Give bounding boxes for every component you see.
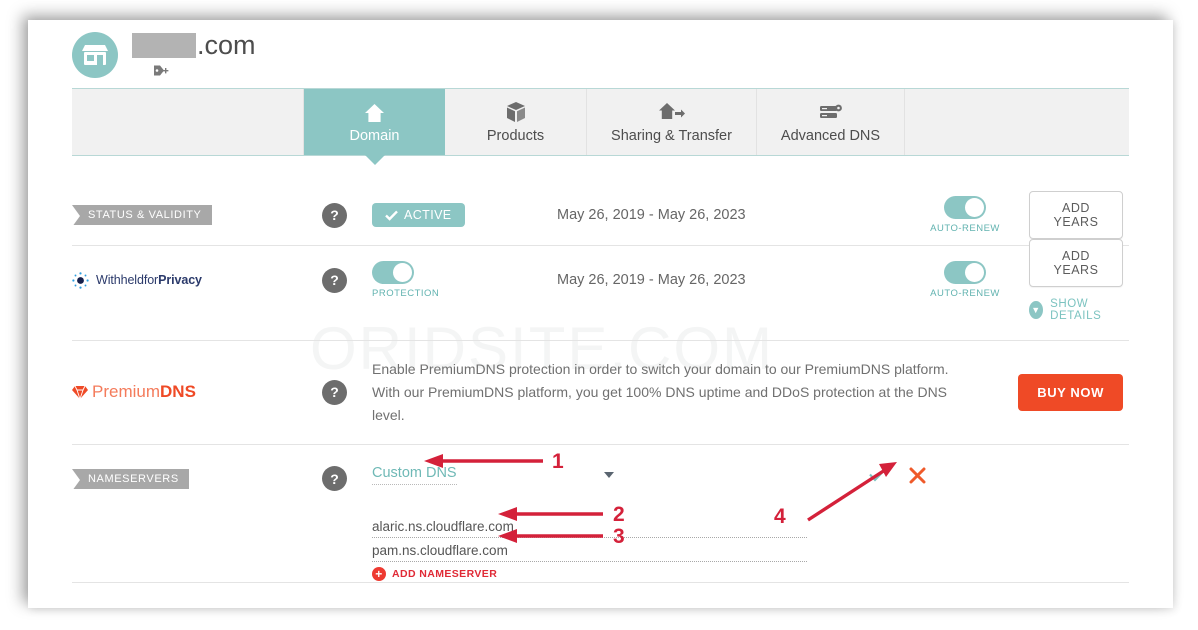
- status-help-icon[interactable]: ?: [322, 202, 347, 228]
- check-icon: [385, 210, 398, 221]
- privacy-auto-renew-toggle-wrap: AUTO-RENEW: [901, 261, 1029, 299]
- row-withheld-for-privacy: WithheldforPrivacy ? PROTECTION May 26, …: [72, 238, 1129, 322]
- row-status-validity: STATUS & VALIDITY ? ACTIVE May 26, 2019 …: [72, 186, 1129, 244]
- annotation-number-3: 3: [613, 525, 625, 548]
- premiumdns-copy-line-1: Enable PremiumDNS protection in order to…: [372, 360, 949, 377]
- home-arrow-icon: [658, 101, 685, 123]
- row-premium-dns: PremiumDNS ? Enable PremiumDNS protectio…: [72, 350, 1129, 434]
- privacy-help-icon[interactable]: ?: [322, 267, 347, 293]
- tab-sharing-transfer-label: Sharing & Transfer: [611, 127, 732, 144]
- cancel-x-button[interactable]: [909, 466, 926, 490]
- tab-domain-label: Domain: [349, 127, 400, 144]
- premiumdns-copy-line-2: With our PremiumDNS platform, you get 10…: [372, 383, 948, 423]
- tab-spacer-left: [72, 89, 304, 155]
- divider-4: [72, 582, 1129, 583]
- privacy-auto-renew-toggle[interactable]: [944, 261, 986, 284]
- status-ribbon-label: STATUS & VALIDITY: [72, 205, 212, 227]
- divider-2: [72, 340, 1129, 341]
- tab-bar: Domain Products Sharing & Transfer Advan…: [72, 88, 1129, 156]
- plus-circle-icon: +: [372, 567, 386, 581]
- premiumdns-copy: Enable PremiumDNS protection in order to…: [372, 358, 979, 427]
- home-icon: [364, 101, 385, 123]
- server-gear-icon: [819, 101, 843, 123]
- add-nameserver-label: ADD NAMESERVER: [392, 568, 498, 580]
- protection-toggle[interactable]: [372, 261, 414, 284]
- withheldforprivacy-label: WithheldforPrivacy: [96, 273, 202, 287]
- status-date-range: May 26, 2019 - May 26, 2023: [557, 207, 746, 223]
- dns-type-dropdown[interactable]: Custom DNS: [372, 465, 457, 485]
- privacy-auto-renew-toggle-label: AUTO-RENEW: [930, 288, 1000, 299]
- annotation-number-4: 4: [774, 505, 786, 528]
- box-icon: [506, 101, 526, 123]
- buy-now-button[interactable]: BUY NOW: [1018, 373, 1123, 411]
- protection-toggle-wrap: PROTECTION: [372, 261, 557, 299]
- auto-renew-toggle-label: AUTO-RENEW: [930, 223, 1000, 234]
- page-header: .com: [72, 28, 256, 79]
- dns-type-row: Custom DNS: [372, 465, 869, 485]
- screenshot-root: ORIDSITE.COM .com Domain Products Sharin…: [0, 0, 1198, 630]
- nameserver-actions: [869, 452, 1129, 582]
- show-details-label: SHOW DETAILS: [1050, 297, 1102, 322]
- page-title: .com: [132, 28, 256, 62]
- domain-panel-inner: ORIDSITE.COM .com Domain Products Sharin…: [28, 20, 1173, 608]
- tab-products[interactable]: Products: [445, 89, 587, 155]
- domain-suffix: .com: [197, 30, 256, 60]
- protection-toggle-label: PROTECTION: [372, 288, 440, 299]
- nameserver-field-2[interactable]: pam.ns.cloudflare.com: [372, 543, 807, 562]
- annotation-number-1: 1: [552, 450, 564, 473]
- auto-renew-toggle[interactable]: [944, 196, 986, 219]
- annotation-number-2: 2: [613, 503, 625, 526]
- divider-1: [72, 245, 1129, 246]
- tab-advanced-dns[interactable]: Advanced DNS: [757, 89, 905, 155]
- tab-domain[interactable]: Domain: [304, 89, 445, 155]
- chevron-down-icon: ▼: [1029, 300, 1044, 319]
- premiumdns-logo: PremiumDNS: [72, 382, 322, 402]
- divider-3: [72, 444, 1129, 445]
- tab-spacer-right: [905, 89, 1129, 155]
- nameservers-help-icon[interactable]: ?: [322, 466, 347, 491]
- privacy-burst-icon: [72, 271, 89, 289]
- diamond-icon: [72, 385, 88, 400]
- row-nameservers: NAMESERVERS ? Custom DNS alaric.ns.cloud…: [72, 452, 1129, 582]
- privacy-date-range: May 26, 2019 - May 26, 2023: [557, 272, 746, 288]
- status-badge-label: ACTIVE: [404, 208, 452, 222]
- status-date-wrap: May 26, 2019 - May 26, 2023: [557, 206, 901, 224]
- confirm-check-button[interactable]: [869, 466, 887, 488]
- add-years-button-status[interactable]: ADD YEARS: [1029, 191, 1123, 239]
- withheldforprivacy-logo: WithheldforPrivacy: [72, 271, 322, 289]
- redacted-domain-name: [132, 32, 196, 58]
- nameservers-ribbon-label: NAMESERVERS: [72, 469, 189, 491]
- caret-down-icon[interactable]: [603, 472, 614, 478]
- auto-renew-toggle-wrap: AUTO-RENEW: [901, 196, 1029, 234]
- premiumdns-help-icon[interactable]: ?: [322, 379, 347, 405]
- domain-title-block: .com: [132, 28, 256, 79]
- check-icon: [869, 467, 887, 482]
- storefront-icon: [72, 32, 118, 78]
- nameserver-field-1[interactable]: alaric.ns.cloudflare.com: [372, 519, 807, 538]
- status-badge: ACTIVE: [372, 203, 465, 227]
- add-nameserver-button[interactable]: + ADD NAMESERVER: [372, 567, 869, 581]
- premiumdns-label: PremiumDNS: [92, 382, 196, 401]
- tab-advanced-dns-label: Advanced DNS: [780, 127, 881, 144]
- domain-panel: ORIDSITE.COM .com Domain Products Sharin…: [28, 20, 1173, 608]
- privacy-date-wrap: May 26, 2019 - May 26, 2023: [557, 271, 901, 289]
- add-years-button-privacy[interactable]: ADD YEARS: [1029, 238, 1123, 287]
- close-icon: [909, 467, 926, 484]
- tab-products-label: Products: [486, 127, 545, 144]
- show-details-button[interactable]: ▼ SHOW DETAILS: [1029, 298, 1123, 322]
- tag-plus-icon[interactable]: [154, 64, 256, 79]
- tab-sharing-transfer[interactable]: Sharing & Transfer: [587, 89, 757, 155]
